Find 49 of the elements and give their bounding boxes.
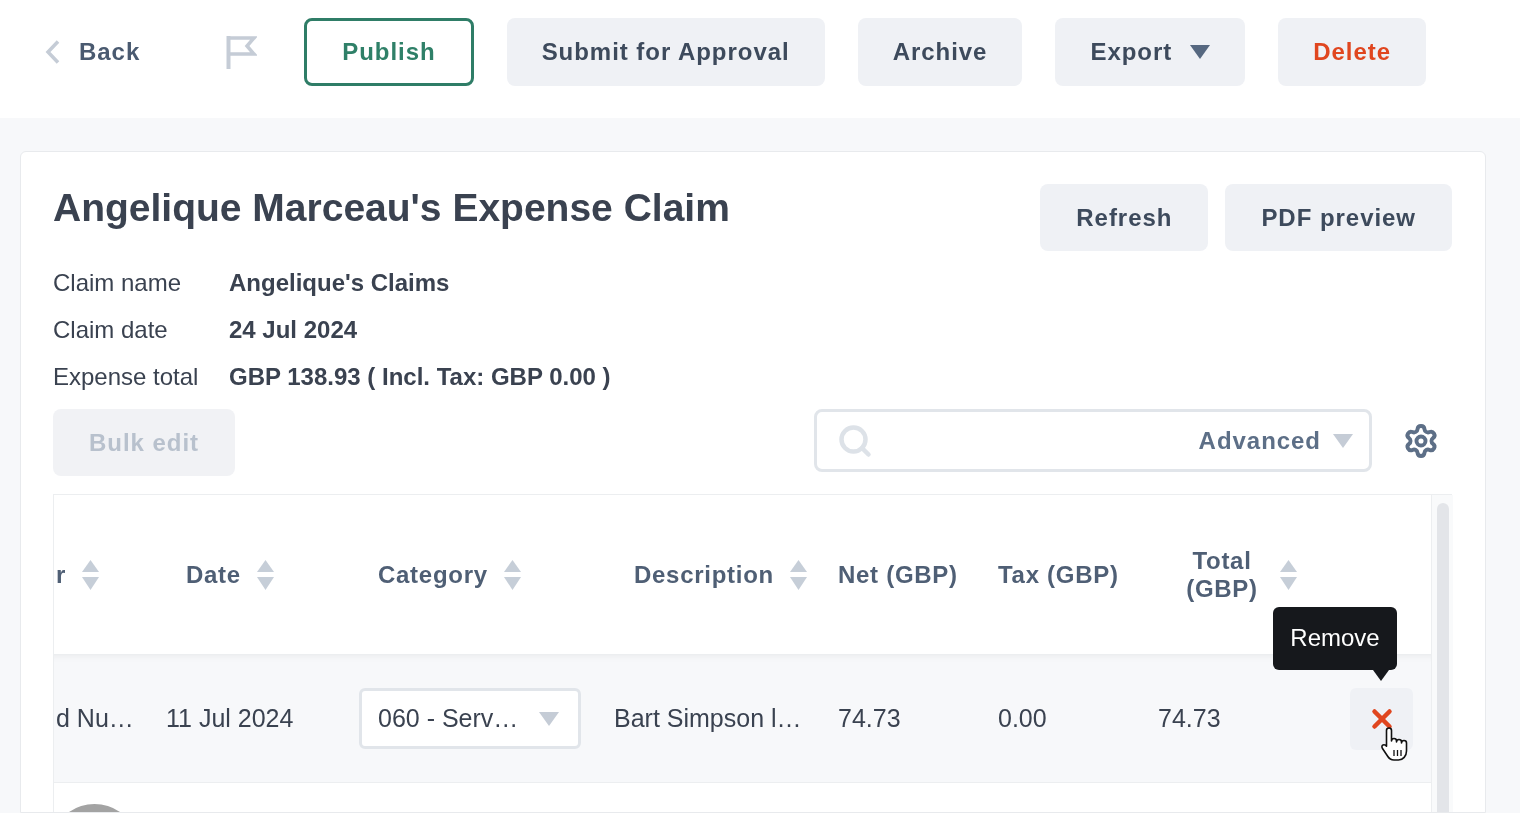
toolbar-button[interactable]: Archive (857, 18, 1023, 86)
table-cell-text: d Nu… (56, 702, 134, 734)
toolbar-button[interactable]: Publish (304, 18, 474, 86)
column-header[interactable]: Date (186, 559, 274, 590)
column-header[interactable]: Total (GBP) (1180, 546, 1297, 603)
search-icon (837, 422, 873, 459)
sort-icon[interactable] (256, 559, 274, 590)
advanced-dropdown[interactable]: Advanced (1198, 422, 1353, 459)
column-header: Net (GBP) (838, 560, 958, 589)
back-button[interactable]: Back (45, 18, 141, 86)
search-field[interactable]: Advanced (814, 409, 1372, 472)
chevron-left-icon (45, 40, 60, 64)
table-cell-text: Bart Simpson l… (614, 702, 802, 734)
caret-down-icon (539, 711, 559, 726)
column-header: Tax (GBP) (998, 560, 1119, 589)
detail-value: Angelique's Claims (229, 267, 450, 298)
category-select[interactable]: 060 - Serv… (359, 688, 581, 750)
column-header[interactable]: r (56, 559, 100, 590)
dropdown-label: Advanced (1198, 425, 1321, 456)
detail-value: 24 Jul 2024 (229, 314, 358, 345)
table-cell-text: 0.00 (998, 702, 1047, 734)
detail-label: Claim date (53, 314, 169, 345)
toolbar-button[interactable]: Submit for Approval (506, 18, 825, 86)
dropdown-button[interactable]: Export (1055, 18, 1246, 86)
column-header[interactable]: Category (378, 559, 521, 590)
select-value: 060 - Serv… (378, 702, 519, 734)
button-label: Export (1090, 37, 1173, 67)
detail-label: Claim name (53, 267, 183, 298)
scrollbar-track[interactable] (1431, 495, 1453, 812)
sort-icon[interactable] (1280, 559, 1297, 590)
sort-icon[interactable] (503, 559, 521, 590)
table-cell-text: 74.73 (1158, 702, 1221, 734)
detail-label: Expense total (53, 361, 200, 392)
tooltip: Remove (1273, 606, 1397, 681)
caret-down-icon (1333, 433, 1353, 448)
detail-value: GBP 138.93 ( Incl. Tax: GBP 0.00 ) (229, 361, 611, 392)
toolbar-button[interactable]: Delete (1278, 18, 1426, 86)
sort-icon[interactable] (789, 559, 807, 590)
action-button[interactable]: Refresh (1040, 184, 1209, 251)
action-button[interactable]: PDF preview (1225, 184, 1452, 251)
flag-icon[interactable] (226, 36, 258, 69)
claim-title: Angelique Marceau's Expense Claim (53, 185, 730, 231)
sort-icon[interactable] (82, 559, 100, 590)
settings-icon[interactable] (1403, 422, 1439, 459)
table-cell-text: 11 Jul 2024 (166, 702, 294, 734)
table-cell-text: 74.73 (838, 702, 901, 734)
caret-down-icon (1190, 45, 1211, 59)
column-header[interactable]: Description (634, 559, 807, 590)
hand-cursor-icon (1380, 725, 1410, 762)
